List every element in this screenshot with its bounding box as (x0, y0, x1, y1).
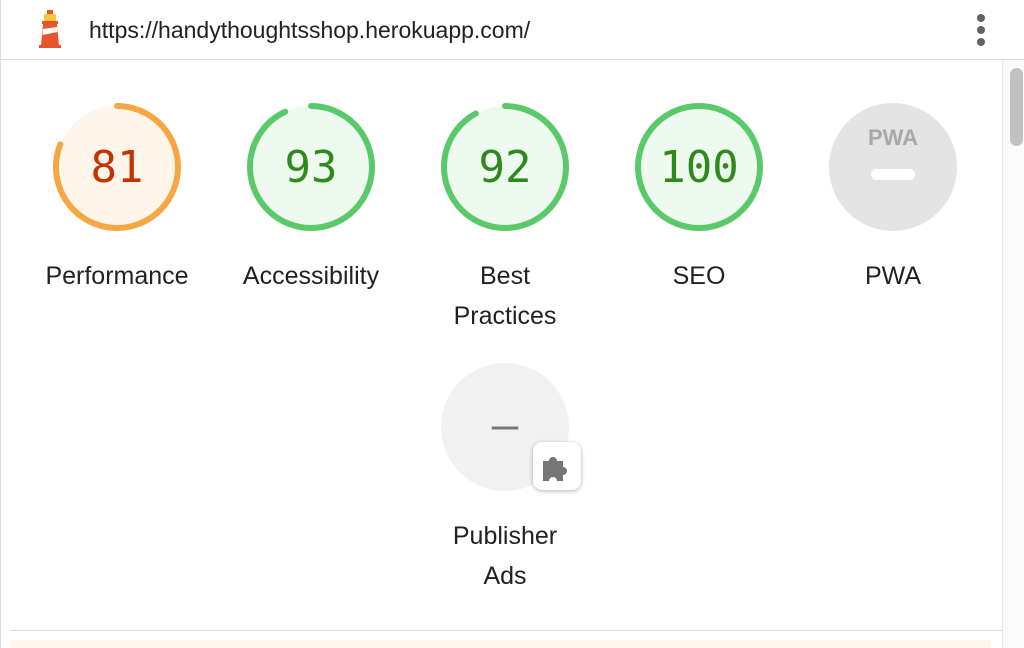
pwa-badge-text: PWA (868, 125, 918, 150)
gauge-label: Accessibility (242, 262, 380, 290)
gauge-performance[interactable]: 81 Performance (20, 100, 214, 296)
score-value: 92 (479, 142, 532, 193)
report-topbar: https://handythoughtsshop.herokuapp.com/ (1, 0, 1024, 60)
report-url[interactable]: https://handythoughtsshop.herokuapp.com/ (89, 16, 530, 44)
score-value: 81 (91, 142, 144, 193)
scrollbar-thumb[interactable] (1010, 68, 1023, 146)
gauge-accessibility[interactable]: 93 Accessibility (214, 100, 408, 296)
puzzle-piece-icon (533, 442, 581, 490)
gauge-label: SEO (672, 262, 726, 290)
gauge-label: Best Practices (453, 262, 557, 330)
score-value: 100 (659, 142, 738, 193)
score-value: 93 (285, 142, 338, 193)
gauge-label: Publisher Ads (452, 522, 558, 590)
next-section-top (11, 640, 991, 648)
gauge-label: Performance (45, 262, 189, 290)
score-gauge: 93 (247, 103, 375, 231)
gauge-seo[interactable]: 100 SEO (602, 100, 796, 296)
gauge-label: PWA (864, 262, 922, 290)
score-gauge: 100 (635, 103, 763, 231)
kebab-menu-icon[interactable] (969, 12, 993, 48)
lighthouse-icon (39, 10, 61, 48)
divider (10, 630, 1002, 631)
score-gauge: 92 (441, 103, 569, 231)
pwa-badge-icon: PWA (829, 103, 957, 231)
scrollbar[interactable] (1002, 60, 1024, 648)
score-value: – (492, 400, 519, 451)
score-gauge: 81 (53, 103, 181, 231)
gauge-best-practices[interactable]: 92 Best Practices (408, 100, 602, 336)
lighthouse-report-frame: https://handythoughtsshop.herokuapp.com/… (0, 0, 1024, 648)
gauge-pwa[interactable]: PWA PWA (796, 100, 990, 296)
